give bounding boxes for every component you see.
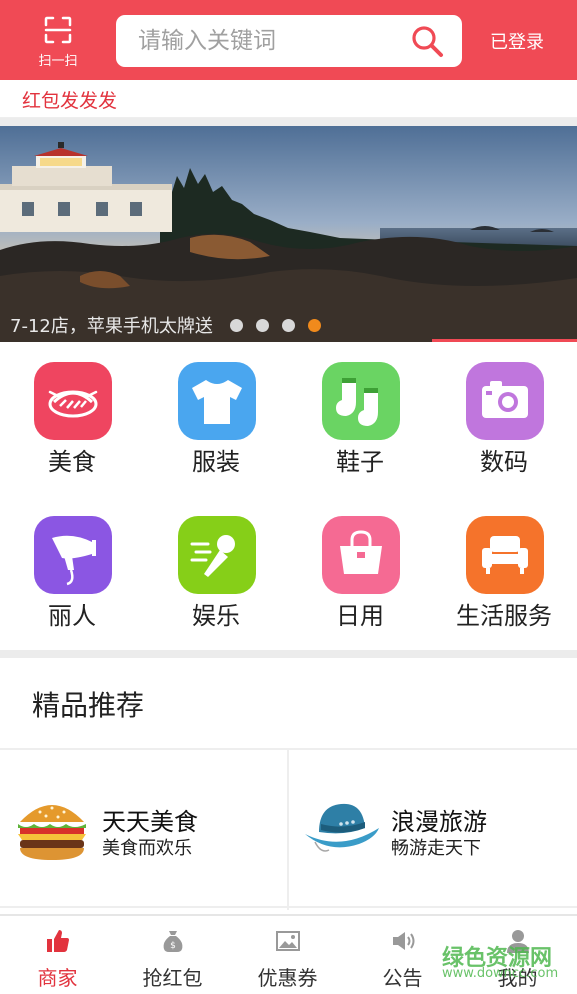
thumbs-up-icon bbox=[47, 930, 69, 952]
carousel-dot-active[interactable] bbox=[308, 319, 321, 332]
category-label: 服装 bbox=[192, 448, 240, 476]
tab-red-packets[interactable]: $ 抢红包 bbox=[115, 916, 230, 994]
category-daily-use[interactable]: 日用 bbox=[288, 496, 432, 636]
banner-caption: 7-12店，苹果手机太牌送 bbox=[10, 316, 213, 337]
category-label: 日用 bbox=[336, 602, 384, 630]
shirt-icon bbox=[178, 362, 256, 440]
top-bar: 扫一扫 已登录 bbox=[0, 0, 577, 80]
category-grid: 美食 服装 鞋子 数码 丽人 娱乐 日用 生活服务 bbox=[0, 342, 577, 650]
scan-icon bbox=[44, 16, 72, 44]
section-gap bbox=[0, 118, 577, 126]
watermark: 绿色资源网 www.downcc.com bbox=[440, 938, 577, 988]
tab-coupons[interactable]: 优惠券 bbox=[230, 916, 345, 994]
recommendation-title: 天天美食 bbox=[102, 808, 198, 836]
recommendation-subtitle: 美食而欢乐 bbox=[102, 838, 192, 859]
category-label: 数码 bbox=[480, 448, 528, 476]
search-input[interactable] bbox=[138, 15, 408, 67]
category-digital[interactable]: 数码 bbox=[432, 342, 576, 482]
hairdryer-icon bbox=[34, 516, 112, 594]
notice-bar[interactable]: 红包发发发 bbox=[0, 80, 577, 118]
socks-icon bbox=[322, 362, 400, 440]
tab-label: 商家 bbox=[37, 966, 78, 990]
scan-label: 扫一扫 bbox=[38, 54, 78, 69]
category-label: 美食 bbox=[48, 448, 96, 476]
recommendation-food[interactable]: 天天美食 美食而欢乐 bbox=[0, 750, 287, 910]
carousel-dot[interactable] bbox=[282, 319, 295, 332]
microphone-icon bbox=[178, 516, 256, 594]
category-food[interactable]: 美食 bbox=[0, 342, 144, 482]
carousel-indicator bbox=[230, 319, 330, 333]
coupon-icon bbox=[276, 931, 300, 951]
section-gap bbox=[0, 650, 577, 658]
carousel-dot[interactable] bbox=[256, 319, 269, 332]
notice-text: 红包发发发 bbox=[22, 90, 118, 112]
food-icon bbox=[34, 362, 112, 440]
tab-merchants[interactable]: 商家 bbox=[0, 916, 115, 994]
scan-button[interactable]: 扫一扫 bbox=[26, 8, 90, 72]
recommendation-title: 浪漫旅游 bbox=[391, 808, 487, 836]
sofa-icon bbox=[466, 516, 544, 594]
banner-carousel[interactable]: 7-12店，苹果手机太牌送 bbox=[0, 126, 577, 342]
category-label: 丽人 bbox=[48, 602, 96, 630]
category-label: 生活服务 bbox=[456, 602, 552, 630]
burger-icon bbox=[18, 805, 86, 860]
money-bag-icon: $ bbox=[163, 931, 183, 952]
carousel-dot[interactable] bbox=[230, 319, 243, 332]
recommendation-travel[interactable]: 浪漫旅游 畅游走天下 bbox=[289, 750, 576, 910]
category-beauty[interactable]: 丽人 bbox=[0, 496, 144, 636]
tab-label: 抢红包 bbox=[142, 966, 203, 990]
camera-icon bbox=[466, 362, 544, 440]
watermark-url: www.downcc.com bbox=[442, 966, 559, 981]
search-box[interactable] bbox=[116, 15, 462, 67]
recommendation-row: 天天美食 美食而欢乐 浪漫旅游 畅游走天下 bbox=[0, 748, 577, 910]
search-icon[interactable] bbox=[410, 24, 444, 58]
category-label: 鞋子 bbox=[336, 448, 384, 476]
svg-text:$: $ bbox=[170, 941, 176, 951]
hat-icon bbox=[305, 803, 379, 852]
tab-label: 优惠券 bbox=[257, 966, 318, 990]
banner-image bbox=[0, 126, 577, 342]
category-entertainment[interactable]: 娱乐 bbox=[144, 496, 288, 636]
recommendation-subtitle: 畅游走天下 bbox=[391, 838, 481, 859]
category-life-services[interactable]: 生活服务 bbox=[432, 496, 576, 636]
login-status-link[interactable]: 已登录 bbox=[490, 28, 544, 54]
handbag-icon bbox=[322, 516, 400, 594]
speaker-icon bbox=[393, 932, 415, 950]
category-clothing[interactable]: 服装 bbox=[144, 342, 288, 482]
category-label: 娱乐 bbox=[192, 602, 240, 630]
category-shoes[interactable]: 鞋子 bbox=[288, 342, 432, 482]
section-title: 精品推荐 bbox=[32, 689, 145, 722]
